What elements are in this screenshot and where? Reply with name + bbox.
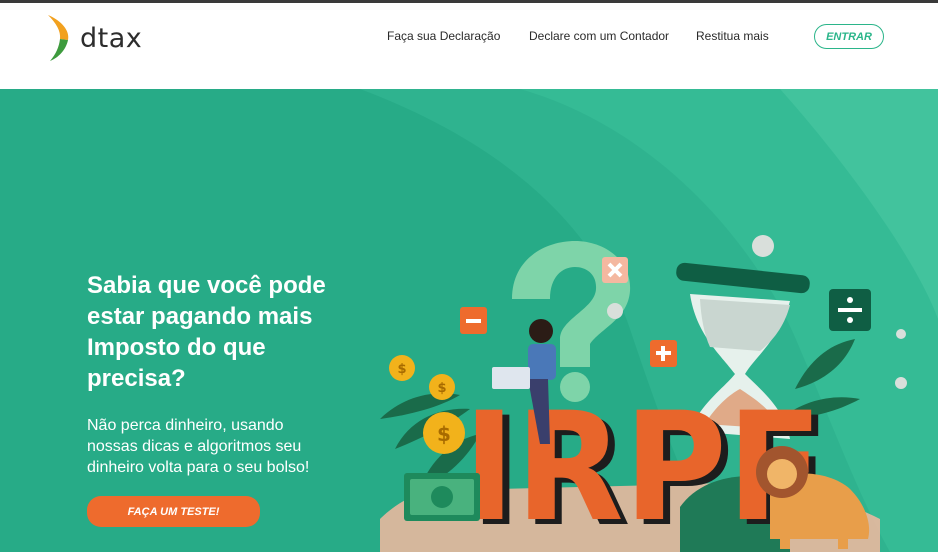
brand-logo[interactable]: dtax — [44, 13, 142, 63]
hero-subtext: Não perca dinheiro, usando nossas dicas … — [87, 417, 310, 476]
svg-text:$: $ — [397, 362, 406, 377]
faca-um-teste-button[interactable]: FAÇA UM TESTE! — [87, 496, 260, 527]
plus-icon — [650, 340, 677, 367]
nav-declare-contador[interactable]: Declare com um Contador — [529, 29, 669, 43]
brand-mark-icon — [48, 15, 69, 61]
money-bill-icon — [404, 473, 480, 521]
hero-headline: Sabia que você pode estar pagando mais I… — [87, 272, 326, 392]
svg-text:$: $ — [437, 381, 446, 396]
nav-restitua-mais[interactable]: Restitua mais — [696, 29, 769, 43]
svg-text:$: $ — [437, 422, 451, 446]
minus-icon — [460, 307, 487, 334]
hero-section: IRPF IRPF $ $ $ Sabia que você pode esta… — [0, 89, 938, 552]
close-icon — [602, 257, 628, 283]
nav-faca-declaracao[interactable]: Faça sua Declaração — [387, 29, 500, 43]
site-header: dtax Faça sua Declaração Declare com um … — [0, 3, 938, 89]
divide-icon — [829, 289, 871, 331]
login-button[interactable]: ENTRAR — [814, 24, 884, 49]
brand-name: dtax — [80, 22, 143, 54]
